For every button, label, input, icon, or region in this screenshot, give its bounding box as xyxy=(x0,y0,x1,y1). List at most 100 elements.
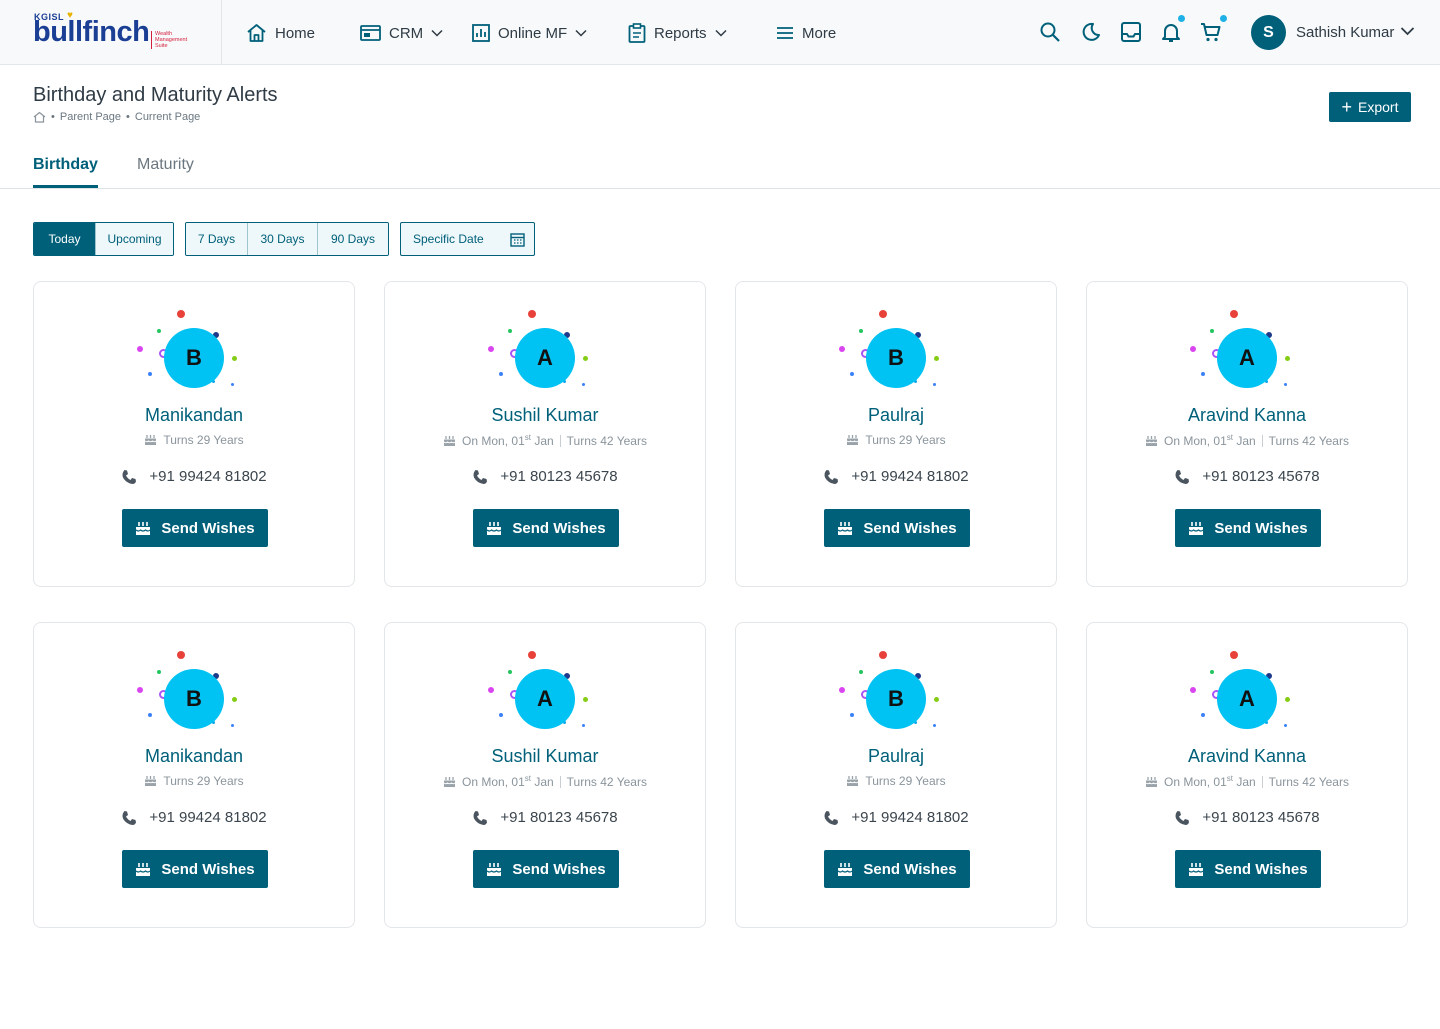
contact-avatar: A xyxy=(1217,669,1277,729)
birthday-info: Turns 29 Years xyxy=(34,433,354,447)
chevron-down-icon[interactable] xyxy=(1400,26,1415,36)
cake-icon xyxy=(136,862,151,876)
contact-phone[interactable]: +91 80123 45678 xyxy=(1087,809,1407,826)
turns-age: Turns 42 Years xyxy=(566,774,647,789)
send-wishes-button[interactable]: Send Wishes xyxy=(473,509,619,547)
home-icon[interactable] xyxy=(33,111,46,123)
send-wishes-label: Send Wishes xyxy=(863,860,957,878)
clipboard-icon xyxy=(628,23,646,43)
phone-icon xyxy=(473,810,488,825)
turns-age: Turns 42 Years xyxy=(1268,433,1349,448)
cake-icon xyxy=(1145,776,1158,787)
nav-crm-label: CRM xyxy=(389,24,424,42)
phone-number: +91 99424 81802 xyxy=(149,809,267,826)
contact-name[interactable]: Manikandan xyxy=(34,405,354,426)
turns-age: Turns 29 Years xyxy=(163,774,244,788)
contact-name[interactable]: Paulraj xyxy=(736,405,1056,426)
send-wishes-button[interactable]: Send Wishes xyxy=(1175,850,1321,888)
contact-phone[interactable]: +91 99424 81802 xyxy=(736,809,1056,826)
send-wishes-button[interactable]: Send Wishes xyxy=(824,509,970,547)
contact-phone[interactable]: +91 99424 81802 xyxy=(34,468,354,485)
specific-date-label: Specific Date xyxy=(413,232,484,246)
contact-phone[interactable]: +91 99424 81802 xyxy=(34,809,354,826)
filter-7-days[interactable]: 7 Days xyxy=(186,223,248,255)
contact-name[interactable]: Paulraj xyxy=(736,746,1056,767)
birthday-date: On Mon, 01st Jan xyxy=(1164,774,1256,789)
contact-name[interactable]: Aravind Kanna xyxy=(1087,746,1407,767)
turns-age: Turns 42 Years xyxy=(1268,774,1349,789)
birthday-info: Turns 29 Years xyxy=(736,433,1056,447)
specific-date-picker[interactable]: Specific Date xyxy=(400,222,535,256)
contact-name[interactable]: Manikandan xyxy=(34,746,354,767)
export-button[interactable]: + Export xyxy=(1329,92,1411,122)
send-wishes-button[interactable]: Send Wishes xyxy=(824,850,970,888)
send-wishes-button[interactable]: Send Wishes xyxy=(122,850,268,888)
birthday-card: A Aravind Kanna On Mon, 01st Jan Turns 4… xyxy=(1086,281,1408,587)
phone-number: +91 99424 81802 xyxy=(149,468,267,485)
contact-phone[interactable]: +91 80123 45678 xyxy=(1087,468,1407,485)
send-wishes-button[interactable]: Send Wishes xyxy=(473,850,619,888)
nav-more[interactable]: More xyxy=(776,20,836,46)
range-toggle: 7 Days 30 Days 90 Days xyxy=(185,222,389,256)
contact-name[interactable]: Sushil Kumar xyxy=(385,746,705,767)
contact-avatar: B xyxy=(164,328,224,388)
user-name[interactable]: Sathish Kumar xyxy=(1296,24,1394,41)
cake-icon xyxy=(1145,435,1158,446)
logo-wordmark: bullfinch xyxy=(33,16,150,48)
phone-number: +91 80123 45678 xyxy=(500,809,618,826)
bell-icon[interactable] xyxy=(1160,21,1182,43)
menu-icon xyxy=(777,27,793,39)
plus-icon: + xyxy=(1341,97,1353,117)
contact-avatar: A xyxy=(515,669,575,729)
contact-name[interactable]: Sushil Kumar xyxy=(385,405,705,426)
tab-birthday[interactable]: Birthday xyxy=(33,156,98,174)
birthday-card: A Sushil Kumar On Mon, 01st Jan Turns 42… xyxy=(384,622,706,928)
filter-90-days[interactable]: 90 Days xyxy=(318,223,388,255)
birthday-info: On Mon, 01st Jan Turns 42 Years xyxy=(1087,774,1407,789)
nav-reports[interactable]: Reports xyxy=(628,20,727,46)
phone-number: +91 80123 45678 xyxy=(1202,809,1320,826)
tab-maturity[interactable]: Maturity xyxy=(137,156,194,174)
nav-more-label: More xyxy=(802,24,837,42)
contact-name[interactable]: Aravind Kanna xyxy=(1087,405,1407,426)
birthday-card: B Paulraj Turns 29 Years +91 99424 81802… xyxy=(735,281,1057,587)
contact-phone[interactable]: +91 99424 81802 xyxy=(736,468,1056,485)
search-icon[interactable] xyxy=(1039,21,1061,43)
birthday-info: On Mon, 01st Jan Turns 42 Years xyxy=(1087,433,1407,448)
birthday-info: On Mon, 01st Jan Turns 42 Years xyxy=(385,433,705,448)
contact-avatar: B xyxy=(866,669,926,729)
send-wishes-button[interactable]: Send Wishes xyxy=(1175,509,1321,547)
turns-age: Turns 29 Years xyxy=(865,433,946,447)
filter-today[interactable]: Today xyxy=(34,223,96,255)
turns-age: Turns 29 Years xyxy=(865,774,946,788)
nav-online-mf[interactable]: Online MF xyxy=(472,20,587,46)
nav-home[interactable]: Home xyxy=(246,20,315,46)
separator xyxy=(1261,434,1263,447)
birthday-card: A Aravind Kanna On Mon, 01st Jan Turns 4… xyxy=(1086,622,1408,928)
phone-icon xyxy=(1175,810,1190,825)
moon-icon[interactable] xyxy=(1080,21,1102,43)
chart-icon xyxy=(472,24,490,42)
cake-icon xyxy=(1189,521,1204,535)
send-wishes-label: Send Wishes xyxy=(161,519,255,537)
user-avatar[interactable]: S xyxy=(1251,15,1286,50)
contact-phone[interactable]: +91 80123 45678 xyxy=(385,468,705,485)
filter-upcoming[interactable]: Upcoming xyxy=(96,223,173,255)
turns-age: Turns 42 Years xyxy=(566,433,647,448)
contact-avatar: A xyxy=(1217,328,1277,388)
cake-icon xyxy=(847,776,859,786)
cart-icon[interactable] xyxy=(1200,21,1222,43)
cake-icon xyxy=(838,521,853,535)
phone-number: +91 80123 45678 xyxy=(1202,468,1320,485)
chevron-down-icon xyxy=(715,29,727,37)
inbox-icon[interactable] xyxy=(1120,21,1142,43)
contact-phone[interactable]: +91 80123 45678 xyxy=(385,809,705,826)
brand-logo[interactable]: KGISL ♥ bullfinch Wealth Management Suite xyxy=(0,0,222,64)
breadcrumb-parent[interactable]: Parent Page xyxy=(60,111,121,123)
birthday-date: On Mon, 01st Jan xyxy=(462,433,554,448)
filter-30-days[interactable]: 30 Days xyxy=(248,223,318,255)
nav-crm[interactable]: CRM xyxy=(360,20,443,46)
send-wishes-button[interactable]: Send Wishes xyxy=(122,509,268,547)
breadcrumb-current: Current Page xyxy=(134,111,201,123)
phone-number: +91 80123 45678 xyxy=(500,468,618,485)
